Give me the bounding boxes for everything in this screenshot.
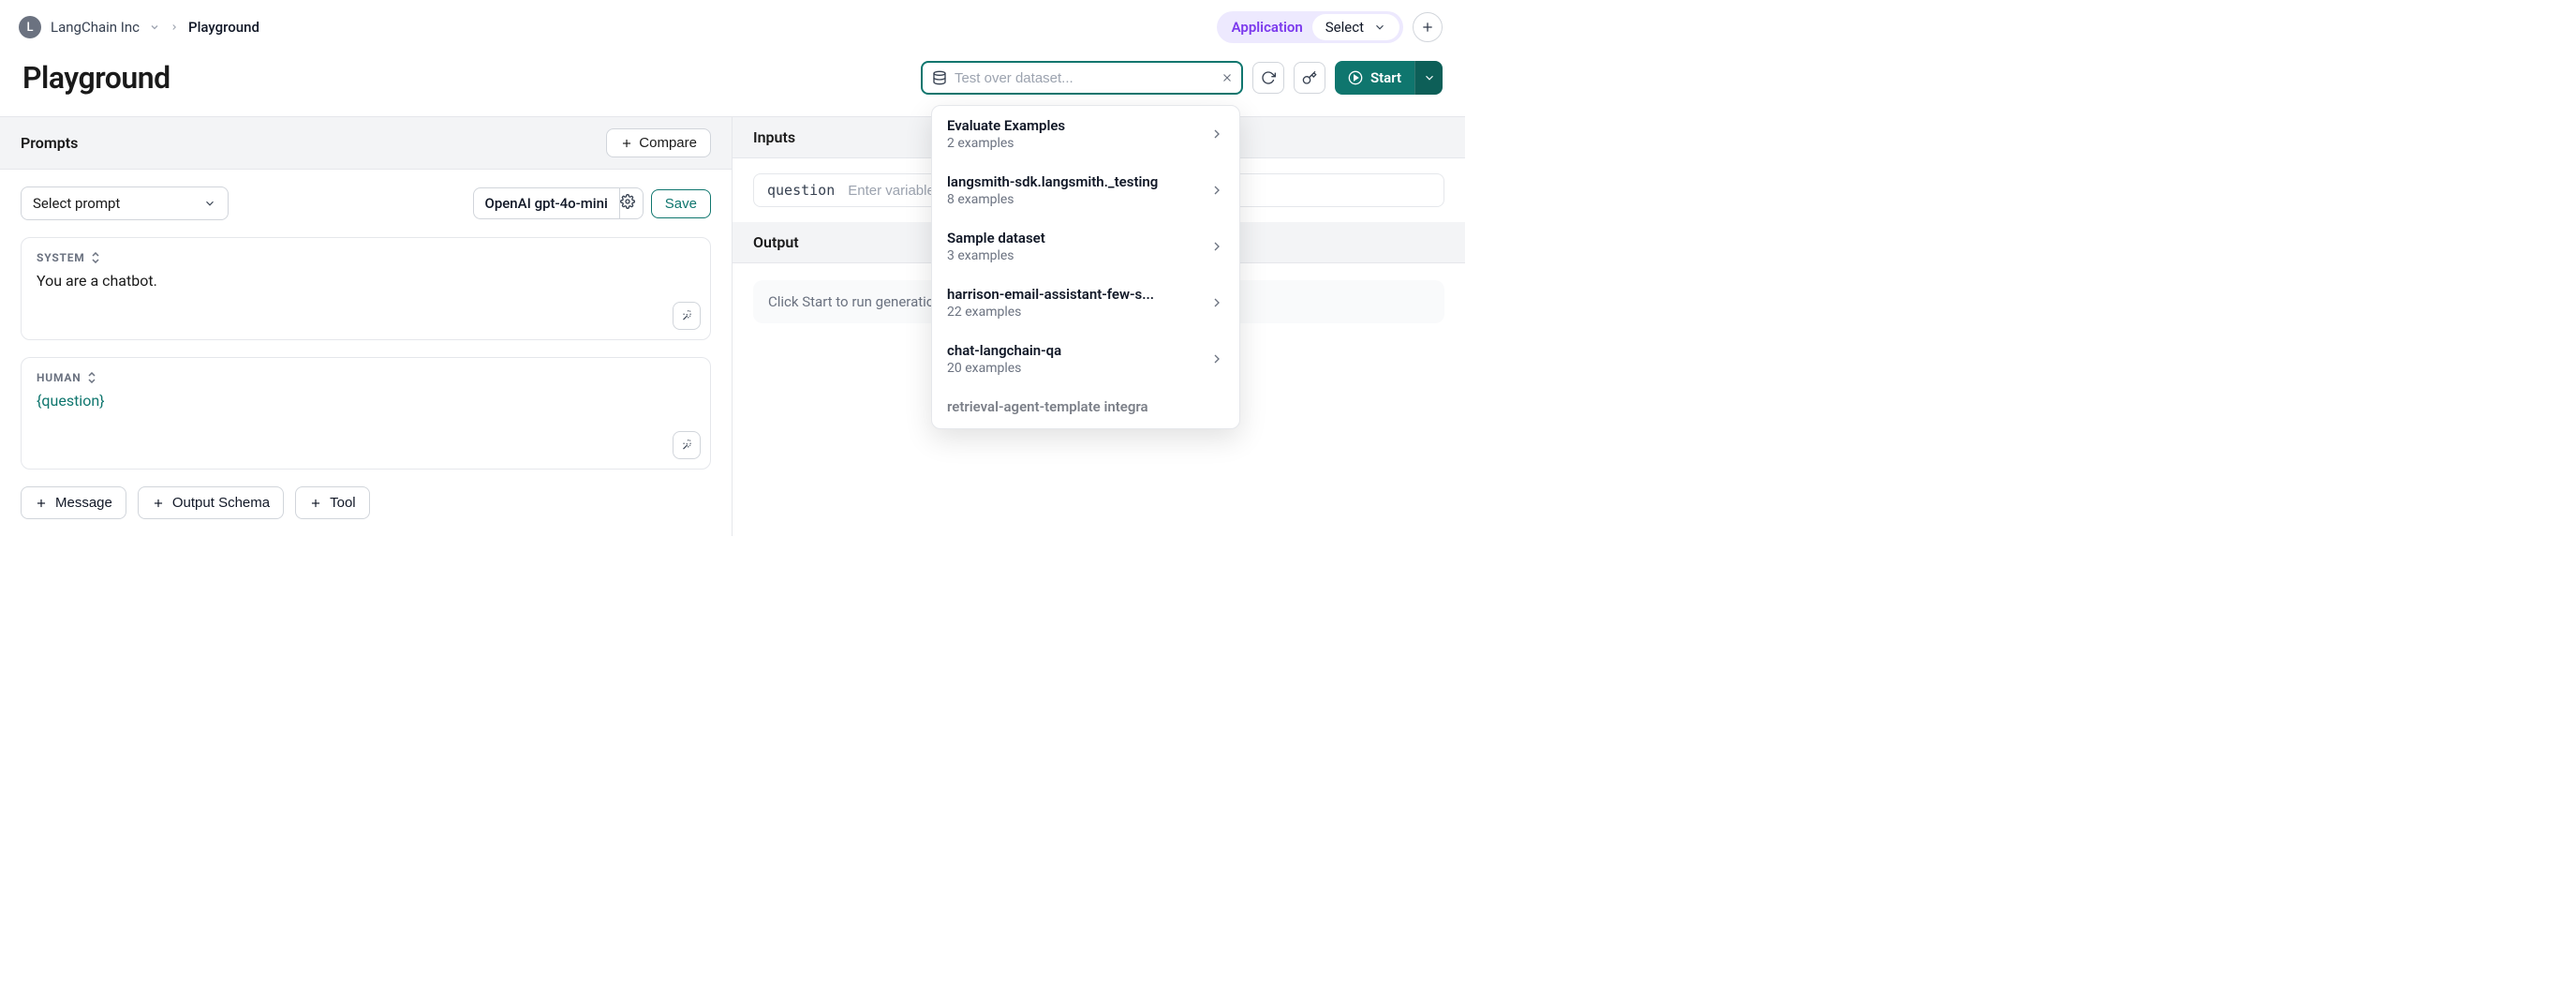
add-output-schema-label: Output Schema: [172, 495, 270, 511]
dataset-option-count: 2 examples: [947, 136, 1065, 151]
clear-icon[interactable]: [1221, 71, 1234, 84]
add-button[interactable]: [1413, 12, 1443, 42]
dataset-option[interactable]: retrieval-agent-template integra: [932, 387, 1239, 428]
plus-icon: [152, 497, 165, 510]
database-icon: [932, 70, 947, 85]
chevron-right-icon: [1209, 295, 1224, 310]
app-select-text: Select: [1325, 19, 1364, 36]
chevron-right-icon: [1209, 183, 1224, 198]
select-prompt-dropdown[interactable]: Select prompt: [21, 186, 229, 220]
org-avatar: L: [19, 16, 41, 38]
compare-label: Compare: [639, 135, 697, 151]
chevron-right-icon: [1209, 239, 1224, 254]
start-button[interactable]: Start: [1335, 61, 1414, 95]
plus-icon: [35, 497, 48, 510]
dataset-option-name: retrieval-agent-template integra: [947, 398, 1148, 415]
dataset-option[interactable]: chat-langchain-qa 20 examples: [932, 331, 1239, 387]
dataset-option[interactable]: harrison-email-assistant-few-s... 22 exa…: [932, 275, 1239, 331]
add-output-schema-button[interactable]: Output Schema: [138, 486, 284, 519]
prompts-title: Prompts: [21, 134, 78, 152]
message-content[interactable]: You are a chatbot.: [37, 272, 695, 290]
template-variable: {question}: [37, 392, 105, 410]
start-button-group: Start: [1335, 61, 1443, 95]
compare-button[interactable]: Compare: [606, 128, 711, 157]
message-content[interactable]: {question}: [37, 392, 695, 410]
plus-icon: [309, 497, 322, 510]
prompts-header: Prompts Compare: [0, 117, 732, 170]
output-title: Output: [753, 233, 799, 251]
refresh-button[interactable]: [1252, 62, 1284, 94]
model-selector[interactable]: OpenAI gpt-4o-mini: [473, 187, 620, 219]
chevron-down-icon: [203, 197, 216, 210]
dataset-option-name: langsmith-sdk.langsmith._testing: [947, 173, 1158, 190]
api-key-button[interactable]: [1294, 62, 1325, 94]
chevron-right-icon: [1209, 351, 1224, 366]
page-title: Playground: [22, 60, 170, 96]
chevron-down-icon: [1373, 21, 1386, 34]
dataset-option-name: chat-langchain-qa: [947, 342, 1061, 359]
application-selector[interactable]: Application Select: [1217, 11, 1403, 43]
breadcrumb: L LangChain Inc Playground: [19, 16, 259, 38]
dataset-option[interactable]: Sample dataset 3 examples: [932, 218, 1239, 275]
start-label: Start: [1370, 69, 1401, 86]
dataset-option-count: 8 examples: [947, 192, 1158, 207]
save-button[interactable]: Save: [651, 189, 711, 218]
add-message-button[interactable]: Message: [21, 486, 126, 519]
message-card-human[interactable]: HUMAN {question}: [21, 357, 711, 470]
dataset-search[interactable]: [921, 61, 1243, 95]
application-label: Application: [1232, 19, 1303, 36]
message-role-label: SYSTEM: [37, 251, 85, 264]
gear-icon: [620, 194, 635, 209]
add-tool-label: Tool: [330, 495, 356, 511]
dataset-option-name: harrison-email-assistant-few-s...: [947, 286, 1154, 303]
start-dropdown[interactable]: [1414, 61, 1443, 95]
breadcrumb-separator-icon: [170, 22, 179, 32]
refresh-icon: [1261, 70, 1276, 85]
model-settings-button[interactable]: [613, 187, 644, 219]
play-icon: [1348, 70, 1363, 85]
chevron-down-icon: [1423, 71, 1436, 84]
chevron-right-icon: [1209, 127, 1224, 142]
message-card-system[interactable]: SYSTEM You are a chatbot.: [21, 237, 711, 340]
inputs-title: Inputs: [753, 128, 795, 146]
message-role-label: HUMAN: [37, 371, 81, 384]
dataset-option-name: Sample dataset: [947, 230, 1045, 246]
magic-wand-button[interactable]: [673, 431, 701, 459]
plus-icon: [620, 137, 633, 150]
dataset-option-name: Evaluate Examples: [947, 117, 1065, 134]
breadcrumb-current: Playground: [188, 19, 259, 36]
chevron-down-icon[interactable]: [149, 22, 160, 33]
breadcrumb-org[interactable]: LangChain Inc: [51, 19, 140, 36]
dataset-option-count: 20 examples: [947, 361, 1061, 376]
add-tool-button[interactable]: Tool: [295, 486, 370, 519]
model-name: OpenAI gpt-4o-mini: [485, 195, 608, 212]
sort-icon[interactable]: [91, 252, 100, 263]
variable-name: question: [767, 182, 835, 199]
dataset-search-input[interactable]: [955, 70, 1221, 86]
magic-wand-button[interactable]: [673, 302, 701, 330]
dataset-option[interactable]: langsmith-sdk.langsmith._testing 8 examp…: [932, 162, 1239, 218]
wand-icon: [680, 439, 693, 452]
sort-icon[interactable]: [87, 372, 96, 383]
wand-icon: [680, 309, 693, 322]
dataset-dropdown: Evaluate Examples 2 examples langsmith-s…: [931, 105, 1240, 429]
plus-icon: [1420, 20, 1435, 35]
dataset-option-count: 3 examples: [947, 248, 1045, 263]
dataset-option-count: 22 examples: [947, 305, 1154, 320]
add-message-label: Message: [55, 495, 112, 511]
dataset-option[interactable]: Evaluate Examples 2 examples: [932, 106, 1239, 162]
application-select-pill[interactable]: Select: [1312, 14, 1399, 40]
key-icon: [1302, 70, 1317, 85]
select-prompt-label: Select prompt: [33, 195, 120, 212]
